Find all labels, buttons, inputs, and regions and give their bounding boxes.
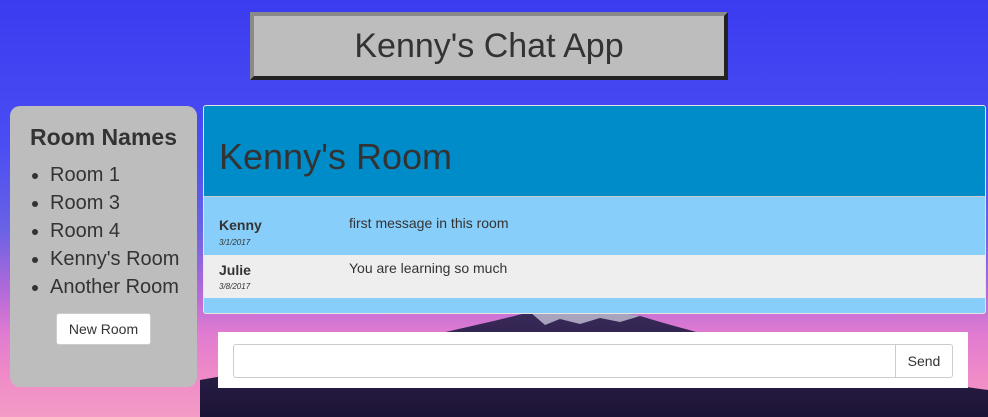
room-header: Kenny's Room <box>204 106 985 197</box>
room-names-heading: Room Names <box>30 124 177 150</box>
message-row: Kenny 3/1/2017 first message in this roo… <box>204 197 985 255</box>
room-item-kennys-room[interactable]: Kenny's Room <box>50 245 197 273</box>
message-user: Kenny <box>219 217 262 233</box>
chat-panel: Kenny's Room Kenny 3/1/2017 first messag… <box>203 105 986 314</box>
message-row: Julie 3/8/2017 You are learning so much <box>204 255 985 298</box>
send-button[interactable]: Send <box>895 344 953 378</box>
room-item-another-room[interactable]: Another Room <box>50 273 197 301</box>
message-date: 3/8/2017 <box>219 282 251 291</box>
room-list-sidebar: Room Names Room 1 Room 3 Room 4 Kenny's … <box>10 106 197 387</box>
send-input-group: Send <box>233 344 953 378</box>
message-text: first message in this room <box>349 215 509 231</box>
message-input[interactable] <box>233 344 895 378</box>
room-item-room-4[interactable]: Room 4 <box>50 217 197 245</box>
room-item-room-3[interactable]: Room 3 <box>50 189 197 217</box>
app-title: Kenny's Chat App <box>250 12 728 80</box>
room-title: Kenny's Room <box>219 136 452 177</box>
message-date: 3/1/2017 <box>219 238 251 247</box>
message-text: You are learning so much <box>349 260 508 276</box>
room-list: Room 1 Room 3 Room 4 Kenny's Room Anothe… <box>10 161 197 301</box>
room-item-room-1[interactable]: Room 1 <box>50 161 197 189</box>
message-composer: Send <box>218 332 968 388</box>
page-background: Kenny's Chat App Room Names Room 1 Room … <box>0 0 988 417</box>
new-room-button[interactable]: New Room <box>56 313 151 345</box>
message-user: Julie <box>219 262 251 278</box>
